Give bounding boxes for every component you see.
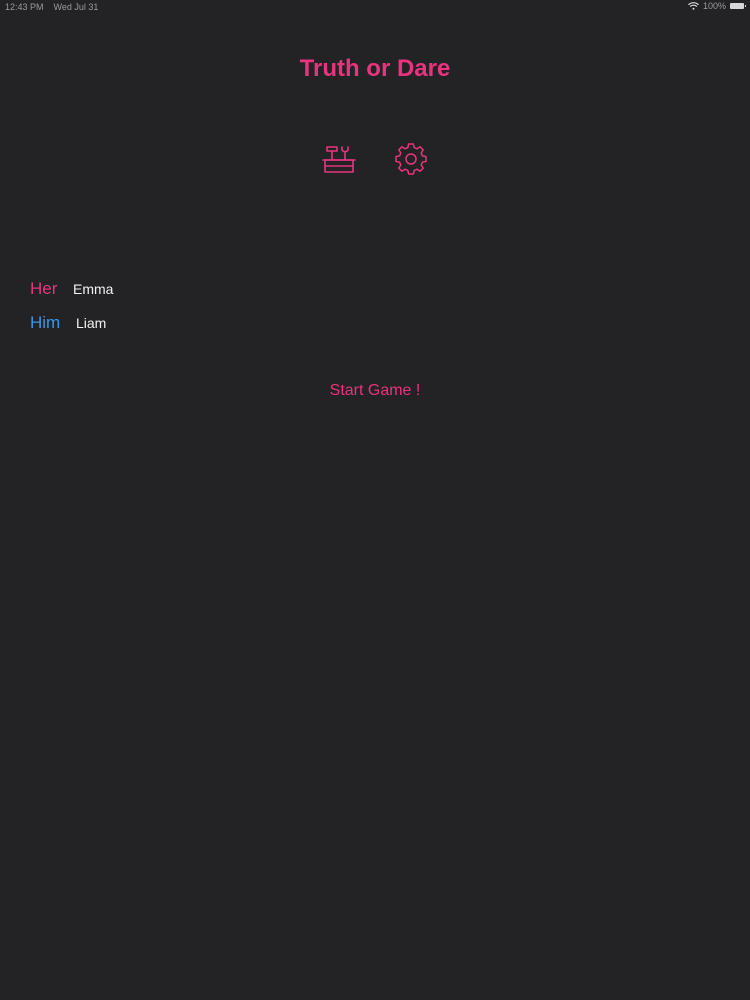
- player-him-row: Him Liam: [30, 313, 106, 333]
- gear-icon: [395, 143, 427, 175]
- page-title: Truth or Dare: [299, 55, 451, 82]
- him-name-field[interactable]: Liam: [76, 315, 106, 331]
- start-game-button[interactable]: Start Game !: [0, 382, 750, 400]
- toolbox-button[interactable]: [320, 140, 358, 178]
- settings-button[interactable]: [392, 140, 430, 178]
- status-time: 12:43 PM: [5, 2, 44, 12]
- battery-percent: 100%: [702, 1, 726, 11]
- her-label: Her: [30, 279, 58, 298]
- battery-icon: [730, 3, 746, 9]
- player-her-row: Her Emma: [30, 279, 113, 299]
- status-left: 12:43 PM Wed Jul 31: [5, 2, 98, 12]
- status-date: Wed Jul 31: [53, 2, 99, 12]
- him-label: Him: [30, 313, 61, 332]
- status-bar: 12:43 PM Wed Jul 31 100%: [0, 0, 750, 14]
- her-name-field[interactable]: Emma: [73, 281, 113, 297]
- toolbox-icon: [322, 142, 356, 176]
- app-screen: 12:43 PM Wed Jul 31 100% Truth or Dare H…: [0, 0, 750, 1000]
- status-right: 100%: [688, 1, 746, 11]
- wifi-icon: [688, 2, 699, 10]
